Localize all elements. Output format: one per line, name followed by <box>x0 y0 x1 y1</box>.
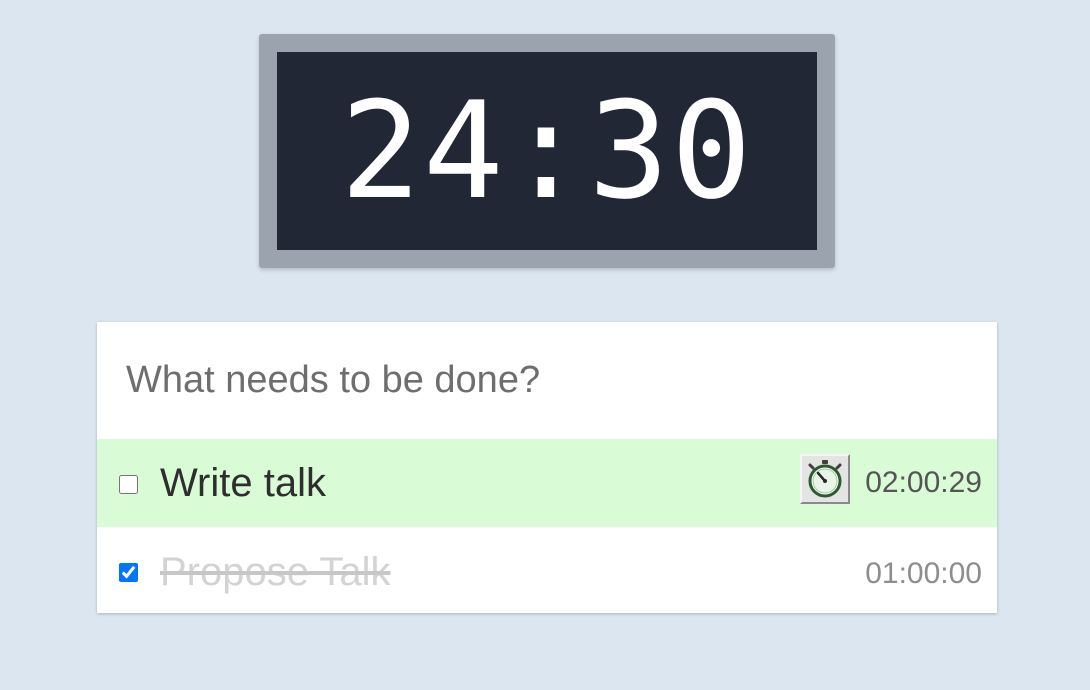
todo-elapsed-time: 02:00:29 <box>865 466 982 499</box>
timer-screen: 24:30 <box>277 52 817 250</box>
todo-title[interactable]: Write talk <box>160 463 326 503</box>
timer-display: 24:30 <box>340 73 754 229</box>
todo-title[interactable]: Propose Talk <box>160 552 391 592</box>
pomodoro-timer: 24:30 <box>259 34 835 268</box>
todo-list-panel: Write talk 02:00:29 Propose Talk 01:00:0… <box>97 322 997 613</box>
todo-checkbox-write-talk[interactable] <box>119 475 138 494</box>
new-todo-input[interactable] <box>97 322 997 439</box>
stopwatch-icon <box>808 460 842 498</box>
todo-elapsed-time: 01:00:00 <box>865 557 982 590</box>
stopwatch-button[interactable] <box>800 454 850 504</box>
todo-item-propose-talk: Propose Talk 01:00:00 <box>97 527 997 613</box>
todo-checkbox-propose-talk[interactable] <box>119 563 138 582</box>
todo-item-write-talk: Write talk 02:00:29 <box>97 439 997 527</box>
